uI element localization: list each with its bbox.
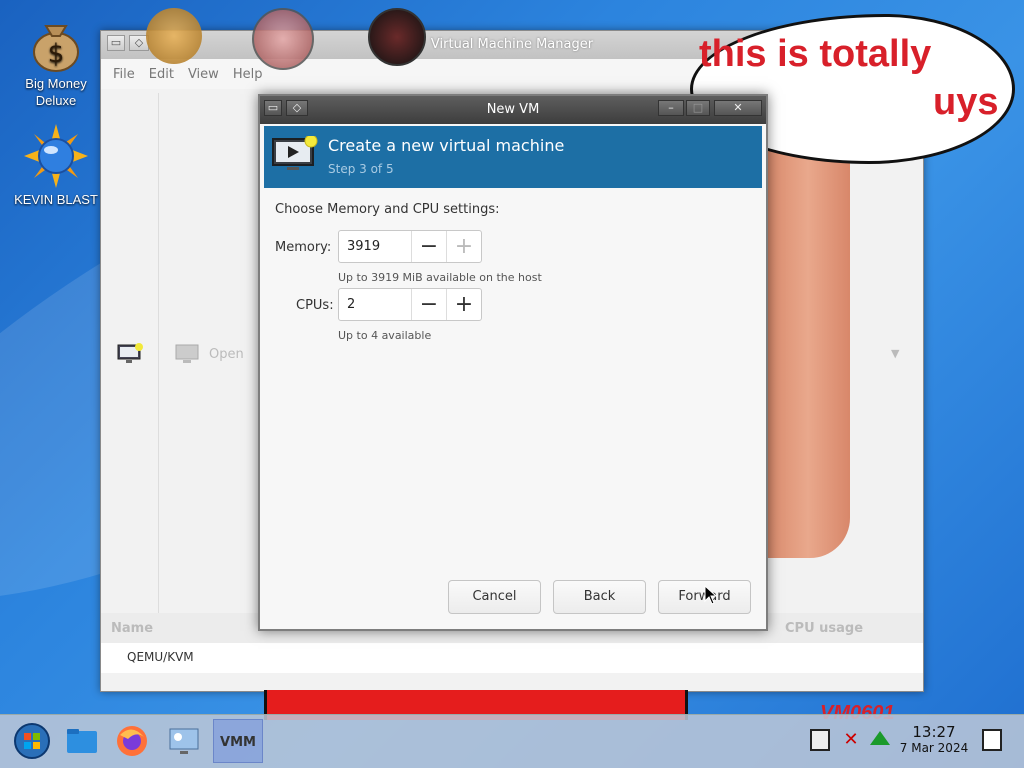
money-bag-icon: $ [33,25,79,72]
sun-globe-icon [24,124,88,188]
menu-file[interactable]: File [113,67,135,82]
update-arrow-icon[interactable] [870,731,890,745]
gear-icon [146,8,202,64]
new-vm-dialog: ▭ ◇ New VM – □ ✕ Create a new virtual ma… [258,94,768,631]
desktop-icon-label: KEVIN BLAST [14,192,98,207]
intro-text: Choose Memory and CPU settings: [275,202,500,217]
settings-monitor-icon [169,728,199,754]
clock-date: 7 Mar 2024 [899,741,969,755]
cpus-label: CPUs: [296,298,334,313]
vm-row-name: QEMU/KVM [127,650,194,664]
memory-increment-button[interactable]: + [446,231,481,262]
clipboard-icon[interactable] [810,729,830,751]
dialog-header: Create a new virtual machine Step 3 of 5 [264,126,762,188]
memory-decrement-button[interactable]: − [411,231,446,262]
bubble-text-right: uys [933,81,999,123]
mouse-cursor-icon [704,585,718,605]
svg-text:$: $ [48,39,65,69]
control-panel-button[interactable] [162,719,208,763]
vmm-taskbar-button[interactable]: VMM [213,719,263,763]
cancel-button[interactable]: Cancel [448,580,541,614]
maximize-icon[interactable]: □ [686,100,710,116]
cpus-increment-button[interactable]: + [446,289,481,320]
desktop-icon-kevin-blast[interactable]: KEVIN BLAST [8,124,104,208]
notifications-icon[interactable] [982,729,1002,751]
start-orb-icon [14,723,50,759]
menu-edit[interactable]: Edit [149,67,174,82]
minimize-icon[interactable]: – [658,100,684,116]
gauge-icon [252,8,314,70]
menu-view[interactable]: View [188,67,219,82]
memory-label: Memory: [275,240,332,255]
menu-help[interactable]: Help [233,67,263,82]
close-icon[interactable]: ✕ [714,100,762,116]
memory-input[interactable] [339,231,411,262]
cpus-stepper: − + [338,288,482,321]
start-button[interactable] [10,719,56,763]
folder-icon [67,729,97,753]
taskbar: VMM ✕ 13:27 7 Mar 2024 [0,714,1024,768]
firefox-icon [117,726,147,756]
cpus-hint: Up to 4 available [338,329,432,342]
vmm-icon: VMM [220,735,256,750]
memory-hint: Up to 3919 MiB available on the host [338,271,542,284]
header-step: Step 3 of 5 [328,162,394,176]
dialog-titlebar[interactable]: ▭ ◇ New VM – □ ✕ [260,96,766,124]
network-disconnected-icon[interactable]: ✕ [840,729,862,751]
desktop-icon-big-money[interactable]: $ Big Money Deluxe [8,12,104,109]
monitor-icon [175,344,199,363]
new-vm-icon [272,136,318,170]
power-icon [368,8,426,66]
back-button[interactable]: Back [553,580,646,614]
desktop-icon-label: Big Money Deluxe [25,76,87,108]
svg-text:VMM: VMM [220,735,256,750]
header-title: Create a new virtual machine [328,136,565,155]
memory-stepper: − + [338,230,482,263]
file-manager-button[interactable] [60,719,106,763]
column-cpu-usage[interactable]: CPU usage [785,621,863,636]
new-vm-toolbar-icon[interactable] [117,343,143,369]
clock[interactable]: 13:27 7 Mar 2024 [890,723,978,755]
firefox-button[interactable] [110,719,156,763]
clock-time: 13:27 [912,723,956,741]
vm-list-row[interactable]: QEMU/KVM [101,643,923,673]
background-drawing-pink [766,118,850,558]
open-toolbar-button[interactable]: Open [175,344,244,364]
open-label: Open [209,346,244,362]
cpus-decrement-button[interactable]: − [411,289,446,320]
cpus-input[interactable] [339,289,411,320]
column-name[interactable]: Name [111,621,153,636]
toolbar-divider [158,93,159,613]
bubble-text-top: this is totally [699,33,932,75]
dropdown-chevron-icon[interactable]: ▼ [891,347,899,360]
